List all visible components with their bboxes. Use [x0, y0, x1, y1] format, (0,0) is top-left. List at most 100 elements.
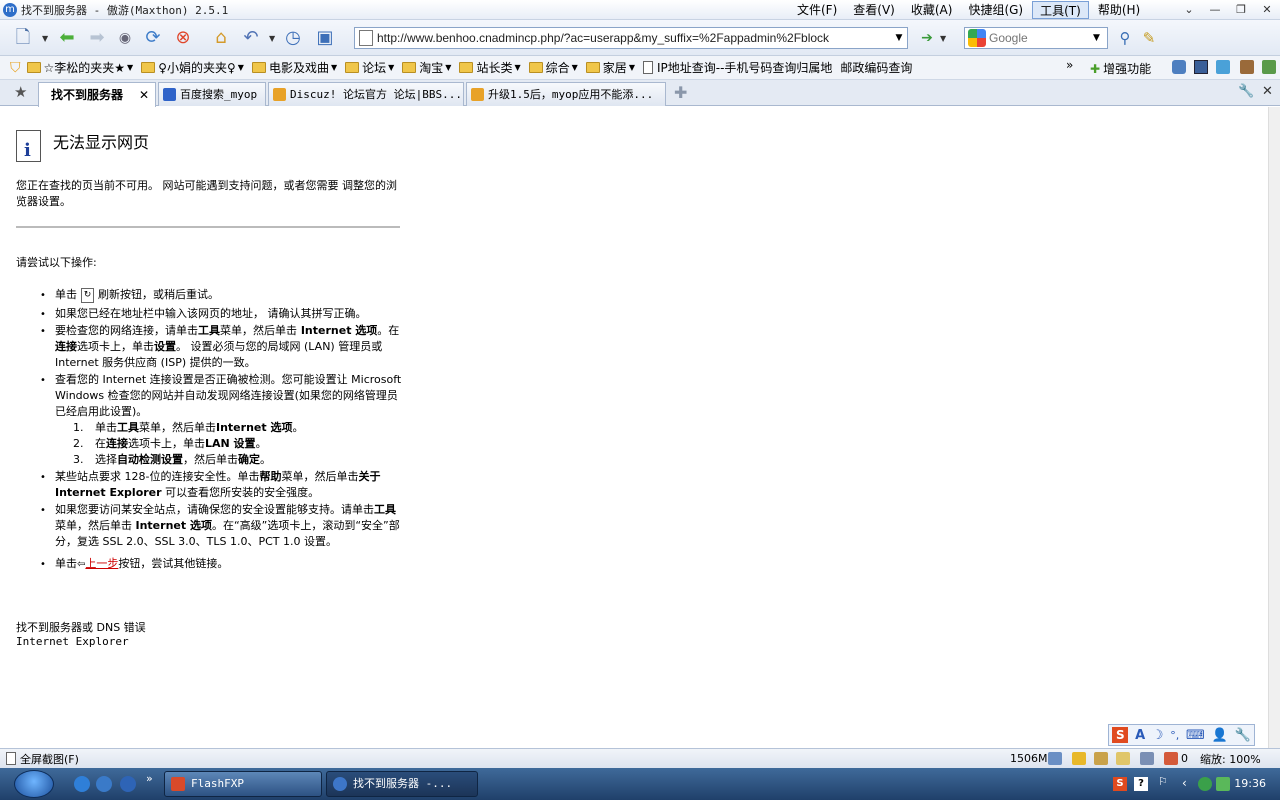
folder-icon[interactable]: [1116, 752, 1130, 765]
fav-folder[interactable]: 站长类 ▼: [459, 59, 521, 76]
menu-view[interactable]: 查看(V): [846, 1, 902, 19]
tab-active[interactable]: 找不到服务器 ✕: [38, 82, 156, 107]
chevron-down-icon[interactable]: ▼: [940, 34, 946, 43]
start-button[interactable]: [14, 770, 54, 798]
caret-down-icon: ▼: [628, 63, 635, 72]
go-button[interactable]: ➔: [914, 25, 940, 51]
screen-icon[interactable]: ▣: [312, 25, 338, 51]
fav-link[interactable]: IP地址查询--手机号码查询归属地: [642, 59, 832, 76]
fav-folder[interactable]: 家居 ▼: [585, 59, 635, 76]
window-icon[interactable]: [1194, 60, 1208, 74]
fav-folder[interactable]: ☆李松的夹夹★ ▼: [26, 59, 133, 76]
screenshot-button[interactable]: 全屏截图(F): [6, 751, 79, 767]
caret-down-icon: ▼: [330, 63, 338, 72]
wrench-icon[interactable]: 🔧: [1234, 728, 1250, 743]
home-button[interactable]: ⌂: [208, 25, 234, 51]
menu-file[interactable]: 文件(F): [790, 1, 844, 19]
lightning-icon[interactable]: [1072, 752, 1086, 765]
refresh-button[interactable]: ⟳: [140, 25, 166, 51]
list-item: 要检查您的网络连接，请单击工具菜单，然后单击 Internet 选项。在连接选项…: [40, 323, 404, 371]
fav-folder[interactable]: 淘宝 ▼: [402, 59, 451, 76]
tab-discuz[interactable]: Discuz! 论坛官方 论坛|BBS...: [268, 82, 464, 106]
layers-icon[interactable]: [1140, 752, 1154, 765]
suggestion-list: 单击↻刷新按钮，或稍后重试。 如果您已经在地址栏中输入该网页的地址， 请确认其拼…: [40, 287, 404, 574]
menu-favorites[interactable]: 收藏(A): [904, 1, 960, 19]
star-icon[interactable]: ★: [14, 83, 27, 101]
forward-button[interactable]: ➡: [84, 25, 110, 51]
history-clock-icon[interactable]: ◷: [280, 25, 306, 51]
tab-baidu[interactable]: 百度搜索_myop: [158, 82, 266, 106]
new-tab-button[interactable]: ✚: [674, 83, 687, 102]
font-icon[interactable]: A: [1135, 728, 1145, 743]
download-icon[interactable]: [1048, 752, 1062, 765]
help-icon[interactable]: ?: [1134, 777, 1148, 791]
list-item: 单击↻刷新按钮，或稍后重试。: [40, 287, 404, 304]
task-maxthon[interactable]: 找不到服务器 -...: [326, 771, 478, 797]
maxthon-icon[interactable]: [120, 776, 136, 792]
page-icon: [642, 61, 653, 74]
chevron-left-icon[interactable]: ‹: [1182, 776, 1187, 790]
close-tab-icon[interactable]: ✕: [1262, 84, 1273, 99]
address-bar[interactable]: ▼: [354, 27, 908, 49]
chevron-down-icon[interactable]: ▼: [42, 34, 48, 43]
restore-button[interactable]: ❐: [1228, 0, 1254, 20]
ime-toolbar[interactable]: S A ☽ °, ⌨ 👤 🔧: [1108, 724, 1255, 746]
menu-tools[interactable]: 工具(T): [1032, 1, 1089, 19]
user-icon[interactable]: 👤: [1212, 728, 1228, 743]
folder-icon: [402, 62, 417, 73]
security-icon[interactable]: [1216, 777, 1230, 791]
close-window-button[interactable]: ✕: [1254, 0, 1280, 20]
search-icon[interactable]: ⚲: [1112, 25, 1138, 51]
task-flashfxp[interactable]: FlashFXP: [164, 771, 322, 797]
chevron-down-icon[interactable]: ▼: [269, 34, 275, 43]
plugin-icon[interactable]: [1172, 60, 1186, 74]
close-icon[interactable]: ✕: [139, 84, 149, 106]
sogou-ime-icon[interactable]: S: [1113, 777, 1127, 791]
lock-icon[interactable]: [1094, 752, 1108, 765]
chevron-down-icon[interactable]: ▼: [1093, 33, 1100, 43]
stop-button[interactable]: ⊗: [170, 25, 196, 51]
punctuation-icon[interactable]: °,: [1170, 729, 1179, 742]
maxthon-icon: [333, 777, 347, 791]
fav-folder[interactable]: 综合 ▼: [528, 59, 578, 76]
search-box[interactable]: ▼: [964, 27, 1108, 49]
qq-icon[interactable]: [1198, 777, 1212, 791]
discuz-icon: [471, 88, 484, 101]
tab-myop[interactable]: 升级1.5后，myop应用不能添...: [466, 82, 666, 106]
chevron-down-icon[interactable]: ▼: [891, 33, 907, 43]
back-link[interactable]: 上一步: [85, 557, 118, 570]
menu-help[interactable]: 帮助(H): [1091, 1, 1147, 19]
history-dropdown-icon[interactable]: ◉: [112, 25, 138, 51]
fav-folder[interactable]: 论坛 ▼: [345, 59, 394, 76]
ie-icon[interactable]: [74, 776, 90, 792]
fav-link[interactable]: 邮政编码查询: [840, 59, 912, 76]
wrench-icon[interactable]: 🔧: [1238, 84, 1254, 99]
back-button[interactable]: ⬅: [54, 25, 80, 51]
more-quicklaunch-icon[interactable]: »: [146, 772, 153, 785]
address-input[interactable]: [377, 31, 891, 45]
moon-icon[interactable]: ☽: [1152, 728, 1164, 743]
minimize-button[interactable]: —: [1202, 0, 1228, 20]
favorites-shield-icon[interactable]: ⛉: [10, 60, 21, 76]
highlight-icon[interactable]: ✎: [1136, 25, 1162, 51]
zoom-level[interactable]: 缩放: 100%: [1200, 751, 1261, 767]
flag-icon[interactable]: ⚐: [1158, 775, 1168, 788]
plugin-icon[interactable]: [1262, 60, 1276, 74]
fav-folder[interactable]: 电影及戏曲 ▼: [251, 59, 338, 76]
share-icon[interactable]: [1216, 60, 1230, 74]
sogou-ime-icon[interactable]: S: [1112, 727, 1129, 743]
enhance-button[interactable]: ✚ 增强功能: [1090, 60, 1151, 77]
search-input[interactable]: [989, 31, 1089, 45]
new-tab-icon[interactable]: 🗋: [10, 25, 36, 51]
vertical-scrollbar[interactable]: [1268, 107, 1280, 748]
keyboard-icon[interactable]: ⌨: [1186, 728, 1205, 743]
browser-icon[interactable]: [96, 776, 112, 792]
popup-blocker-icon[interactable]: [1164, 752, 1178, 765]
more-favorites-icon[interactable]: »: [1066, 58, 1073, 72]
fav-folder[interactable]: ♀小娟的夹夹♀ ▼: [141, 59, 244, 76]
undo-close-button[interactable]: ↶: [238, 25, 264, 51]
plugin-icon[interactable]: [1240, 60, 1254, 74]
list-item: 单击⇦上一步按钮，尝试其他链接。: [40, 556, 404, 573]
chevron-down-icon[interactable]: ⌄: [1176, 0, 1202, 20]
menu-groups[interactable]: 快捷组(G): [961, 1, 1030, 19]
